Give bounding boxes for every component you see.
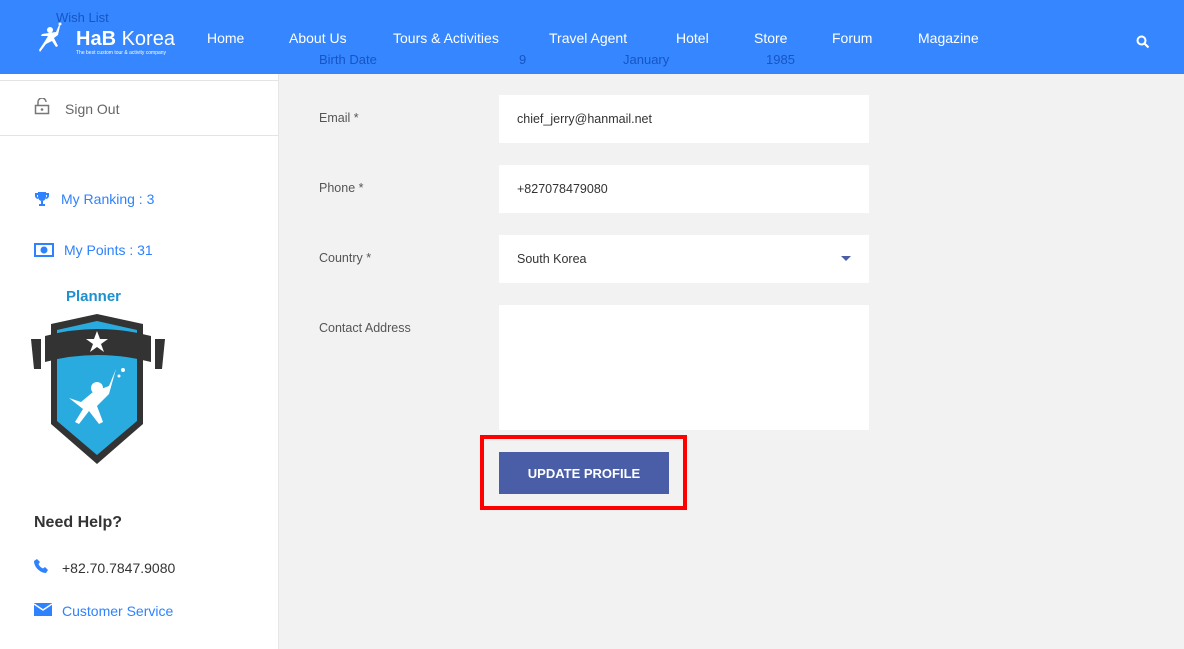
my-points-link[interactable]: My Points : 31 [64, 242, 153, 258]
logo-name-bold: HaB [76, 28, 117, 50]
country-select[interactable]: South Korea [499, 235, 869, 283]
nav-store[interactable]: Store [754, 30, 787, 46]
nav-hotel[interactable]: Hotel [676, 30, 709, 46]
logo[interactable]: HaB Korea The best custom tour & activit… [38, 22, 175, 61]
phone-field[interactable]: +827078479080 [499, 165, 869, 213]
my-ranking-link[interactable]: My Ranking : 3 [61, 191, 154, 207]
nav-magazine[interactable]: Magazine [918, 30, 979, 46]
birth-year-select: 1985 [766, 52, 795, 67]
sign-out-link[interactable]: Sign Out [0, 80, 279, 136]
search-icon[interactable] [1136, 35, 1150, 49]
nav-tours-activities[interactable]: Tours & Activities [393, 30, 499, 46]
badge-title: Planner [66, 288, 122, 305]
phone-icon [34, 559, 48, 573]
planner-badge-image [31, 314, 165, 464]
logo-tagline: The best custom tour & activity company [76, 50, 167, 56]
top-nav: HaB Korea The best custom tour & activit… [0, 0, 1184, 74]
wish-list-link: Wish List [56, 10, 109, 25]
nav-forum[interactable]: Forum [832, 30, 872, 46]
trophy-icon [35, 192, 49, 206]
envelope-icon [34, 603, 52, 616]
email-field[interactable]: chief_jerry@hanmail.net [499, 95, 869, 143]
customer-service-link[interactable]: Customer Service [62, 603, 173, 619]
nav-about-us[interactable]: About Us [289, 30, 347, 46]
nav-home[interactable]: Home [207, 30, 244, 46]
country-label: Country * [319, 251, 372, 265]
contact-address-textarea[interactable] [499, 305, 869, 430]
unlock-icon [34, 98, 50, 115]
sidebar: Sign Out My Ranking : 3 My Points : 31 P… [0, 74, 279, 649]
birth-month-select: January [623, 52, 670, 67]
money-icon [34, 243, 54, 257]
phone-label: Phone * [319, 181, 364, 195]
country-value: South Korea [517, 252, 587, 266]
birth-day-select: 9 [519, 52, 527, 67]
sign-out-label: Sign Out [65, 101, 120, 117]
email-label: Email * [319, 111, 359, 125]
nav-travel-agent[interactable]: Travel Agent [549, 30, 627, 46]
contact-address-label: Contact Address [319, 321, 411, 335]
logo-name-light: Korea [121, 28, 175, 50]
birth-date-label: Birth Date [319, 52, 377, 67]
chevron-down-icon [841, 256, 851, 261]
need-help-heading: Need Help? [34, 514, 123, 531]
highlight-box [480, 435, 687, 510]
help-phone: +82.70.7847.9080 [62, 560, 176, 576]
jumper-logo-icon [39, 22, 62, 52]
